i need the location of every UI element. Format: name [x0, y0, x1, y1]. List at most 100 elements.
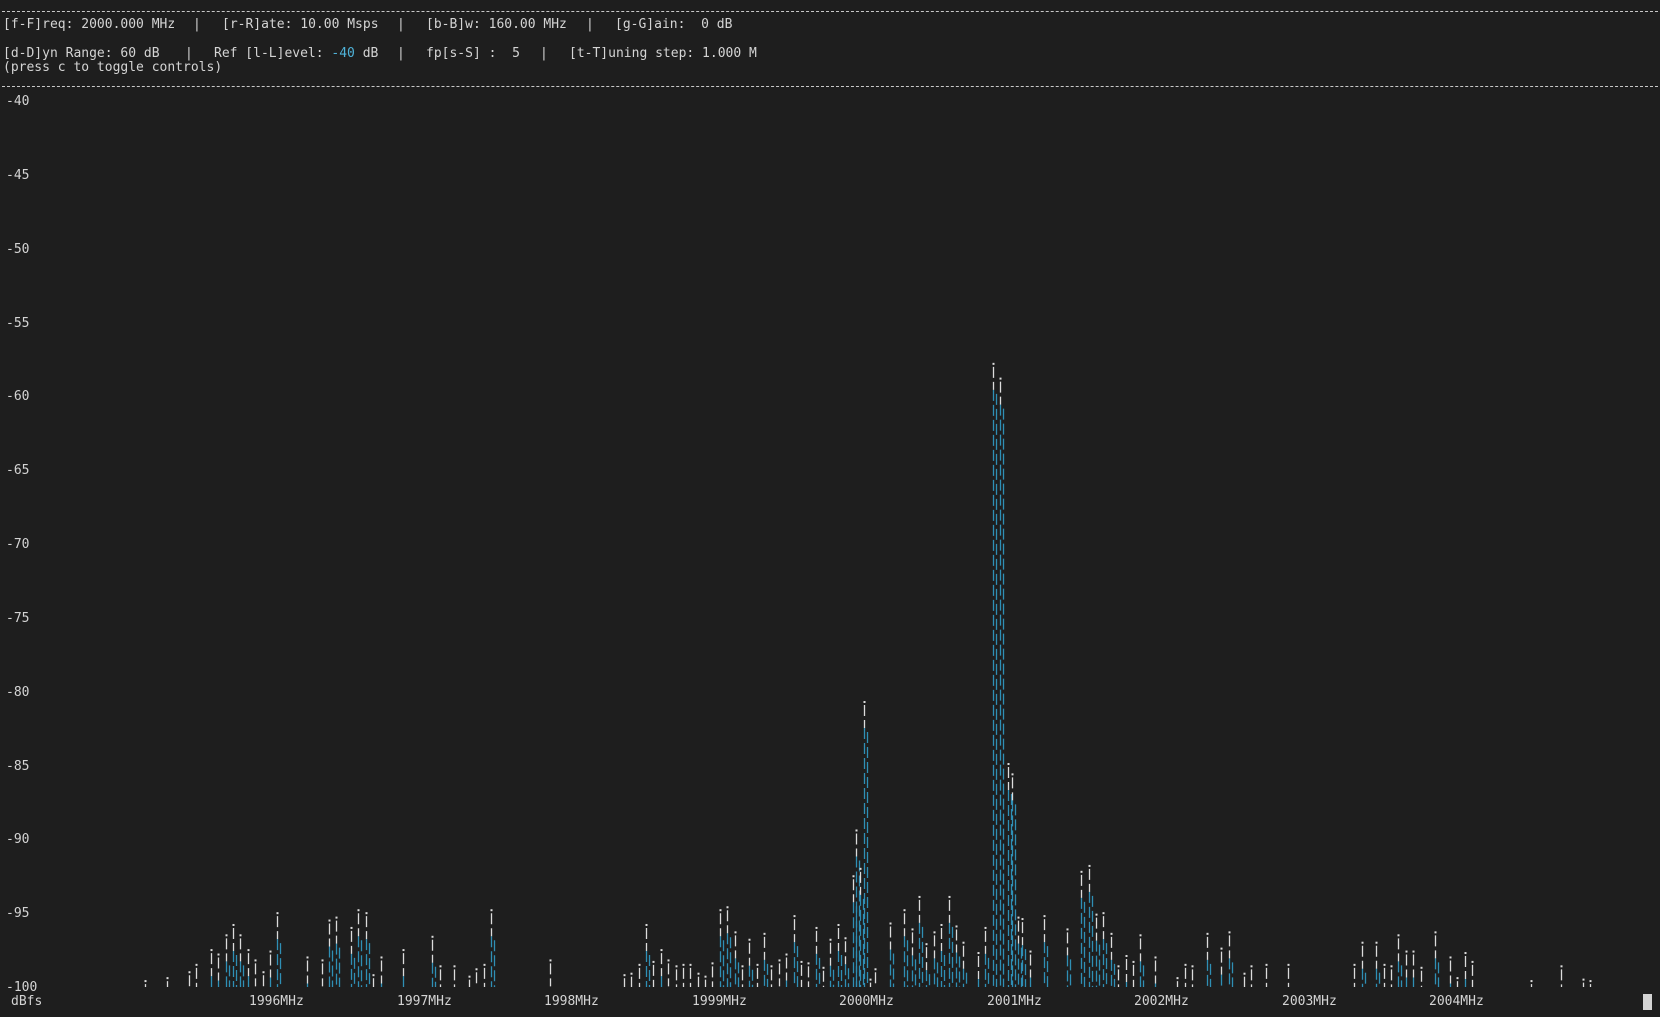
spectrum-bin — [756, 963, 759, 987]
spectrum-bin — [977, 952, 980, 987]
spectrum-bin — [682, 963, 685, 987]
spectrum-bin — [1154, 956, 1157, 987]
spectrum-bin — [863, 701, 869, 987]
spectrum-bin — [144, 980, 147, 987]
spectrum-bin — [1434, 931, 1440, 987]
spectrum-bin — [1243, 972, 1246, 987]
spectrum-bin — [1132, 960, 1135, 987]
spectrum-bin — [630, 972, 633, 987]
spectrum-bin — [1191, 965, 1194, 987]
spectrum-bin — [1412, 950, 1415, 987]
spectrum-bin — [844, 937, 850, 987]
spectrum-bin — [697, 972, 700, 987]
spectrum-bin — [431, 935, 437, 987]
spectrum-bin — [232, 923, 238, 987]
spectrum-bin — [439, 965, 442, 987]
spectrum-bin — [1007, 763, 1013, 987]
spectrum-bin — [254, 959, 257, 987]
spectrum-bin — [829, 938, 835, 987]
spectrum-bin — [1095, 913, 1101, 987]
spectrum-bin — [239, 934, 245, 987]
spectrum-bin — [217, 953, 220, 987]
spectrum-bin — [948, 895, 954, 987]
spectrum-bin — [483, 963, 486, 987]
spectrum-bin — [1265, 963, 1268, 987]
spectrum-bin — [667, 959, 670, 987]
spectrum-bin — [1383, 963, 1386, 987]
spectrum-bin — [1361, 941, 1367, 987]
spectrum-bin — [675, 965, 678, 987]
spectrum-bin — [1017, 916, 1023, 987]
spectrum-bin — [984, 926, 990, 987]
spectrum-bin — [741, 965, 744, 987]
spectrum-bin — [704, 975, 707, 987]
spectrum-bars — [144, 362, 1592, 987]
spectrum-bin — [903, 909, 909, 987]
spectrum-bin — [822, 966, 825, 987]
spectrum-bin — [911, 928, 917, 987]
spectrum-bin — [1560, 965, 1563, 987]
spectrum-bin — [1102, 912, 1108, 987]
spectrum-bin — [918, 895, 924, 987]
spectrum-bin — [807, 962, 810, 987]
spectrum-bin — [1464, 952, 1467, 987]
spectrum-bin — [726, 906, 732, 987]
spectrum-bin — [1420, 966, 1423, 987]
spectrum-bin — [402, 949, 405, 987]
spectrum-bin — [785, 953, 788, 987]
spectrum-bin — [350, 926, 356, 987]
spectrum-bin — [195, 963, 198, 987]
spectrum-bin — [869, 978, 872, 987]
spectrum-bin — [335, 916, 341, 987]
spectrum-bin — [1043, 915, 1049, 987]
spectrum-bin — [1250, 965, 1253, 987]
spectrum-bin — [1471, 960, 1474, 987]
spectrum-bin — [933, 931, 939, 987]
spectrum-bin — [1353, 963, 1356, 987]
spectrum-bin — [166, 977, 169, 987]
spectrum-bin — [549, 959, 552, 987]
spectrum-bin — [660, 949, 663, 987]
spectrum-bin — [1080, 870, 1086, 987]
spectrum-bin — [1139, 934, 1145, 987]
spectrum-bin — [1449, 956, 1452, 987]
spectrum-bin — [210, 949, 213, 987]
spectrum-bin — [321, 959, 324, 987]
spectrum-bin — [1530, 980, 1533, 987]
spectrum-bin — [453, 965, 456, 987]
spectrum-bin — [276, 912, 282, 987]
spectrum-bin — [623, 974, 626, 987]
spectrum-bin — [770, 965, 773, 987]
spectrum-bin — [269, 950, 272, 987]
spectrum-bin — [1397, 934, 1403, 987]
spectrum-bin — [1066, 928, 1072, 987]
spectrum-bin — [188, 971, 191, 987]
spectrum-bin — [793, 915, 799, 987]
spectrum-bin — [689, 963, 692, 987]
spectrum-bin — [999, 377, 1005, 987]
spectrum-bin — [748, 938, 754, 987]
spectrum-bin — [1184, 963, 1187, 987]
spectrum-bin — [889, 922, 895, 987]
spectrum-bin — [357, 909, 363, 987]
spectrum-bin — [1220, 947, 1223, 987]
spectrum-bin — [800, 960, 803, 987]
spectrum-bin — [711, 962, 714, 987]
spectrum-bin — [955, 925, 961, 987]
spectrum-bin — [638, 963, 641, 987]
spectrum-bin — [874, 968, 877, 987]
spectrum-bin — [645, 923, 651, 987]
spectrum-bin — [1029, 950, 1032, 987]
spectrum-bin — [490, 909, 496, 987]
spectrum-bin — [1228, 931, 1234, 987]
spectrum-bin — [940, 923, 946, 987]
spectrum-bin — [925, 943, 931, 987]
terminal-cursor — [1643, 994, 1652, 1010]
spectrum-bin — [992, 362, 998, 987]
spectrum-bin — [328, 919, 334, 987]
spectrum-bin — [1011, 773, 1017, 987]
spectrum-bin — [365, 912, 371, 987]
spectrum-bin — [719, 909, 725, 987]
spectrum-bin — [225, 934, 231, 987]
spectrum-bin — [1125, 954, 1128, 987]
